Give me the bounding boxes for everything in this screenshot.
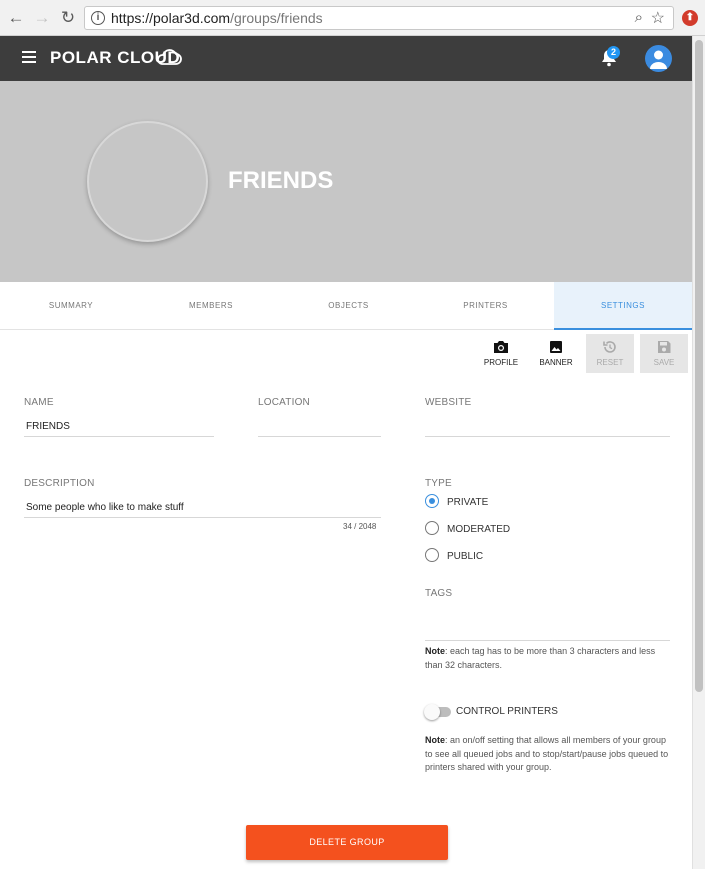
url-text: https://polar3d.com/groups/friends <box>111 10 323 26</box>
delete-group-button[interactable]: DELETE GROUP <box>246 825 448 860</box>
banner-button-label: BANNER <box>539 358 573 367</box>
description-field[interactable]: Some people who like to make stuff <box>26 502 184 513</box>
name-label: NAME <box>24 397 54 408</box>
forward-icon[interactable]: → <box>32 8 52 28</box>
browser-toolbar: ← → ↻ i https://polar3d.com/groups/frien… <box>0 0 705 36</box>
tab-members[interactable]: MEMBERS <box>142 282 280 330</box>
notification-badge: 2 <box>607 46 620 59</box>
location-label: LOCATION <box>258 397 310 408</box>
reset-button[interactable]: RESET <box>586 334 634 373</box>
extension-icon[interactable]: ⬆ <box>682 10 698 26</box>
reset-history-icon <box>603 341 616 353</box>
description-char-counter: 34 / 2048 <box>343 522 377 531</box>
app-header: POLAR CLOUD 2 <box>0 36 692 81</box>
type-private-radio[interactable] <box>425 494 439 508</box>
website-field-underline <box>425 436 670 437</box>
tags-note-prefix: Note <box>425 646 445 656</box>
group-banner: FRIENDS <box>0 81 692 282</box>
control-printers-note: Note: an on/off setting that allows all … <box>425 734 673 775</box>
save-button-label: SAVE <box>653 358 675 367</box>
tags-label: TAGS <box>425 588 453 599</box>
tags-note: Note: each tag has to be more than 3 cha… <box>425 645 673 672</box>
tab-printers[interactable]: PRINTERS <box>417 282 554 330</box>
user-avatar[interactable] <box>645 45 672 72</box>
control-note-prefix: Note <box>425 735 445 745</box>
cloud-logo-icon <box>157 49 182 65</box>
site-info-icon[interactable]: i <box>91 11 105 25</box>
url-host: https://polar3d.com <box>111 10 231 26</box>
hamburger-menu-icon[interactable] <box>22 51 36 63</box>
profile-button-label: PROFILE <box>483 358 519 367</box>
type-public-radio[interactable] <box>425 548 439 562</box>
tab-objects[interactable]: OBJECTS <box>280 282 417 330</box>
type-label: TYPE <box>425 478 452 489</box>
group-tabs: SUMMARY MEMBERS OBJECTS PRINTERS SETTING… <box>0 282 692 330</box>
type-moderated-label[interactable]: MODERATED <box>447 524 510 535</box>
tab-summary[interactable]: SUMMARY <box>0 282 142 330</box>
control-note-text: : an on/off setting that allows all memb… <box>425 735 669 772</box>
group-title: FRIENDS <box>228 167 334 194</box>
url-path: /groups/friends <box>230 10 323 26</box>
camera-icon <box>494 341 508 353</box>
tags-field-underline[interactable] <box>425 640 670 641</box>
name-field-underline <box>24 436 214 437</box>
control-printers-label: CONTROL PRINTERS <box>456 706 558 717</box>
image-icon <box>550 341 562 353</box>
website-label: WEBSITE <box>425 397 472 408</box>
type-moderated-radio[interactable] <box>425 521 439 535</box>
page-scrollbar-thumb[interactable] <box>695 40 703 692</box>
location-field-underline <box>258 436 381 437</box>
control-printers-toggle-knob[interactable] <box>424 704 440 720</box>
banner-image-button[interactable]: BANNER <box>534 334 578 372</box>
user-avatar-icon <box>650 50 667 69</box>
back-icon[interactable]: ← <box>6 8 26 28</box>
bookmark-star-icon[interactable]: ☆ <box>651 8 665 28</box>
tags-note-text: : each tag has to be more than 3 charact… <box>425 646 656 670</box>
type-private-label[interactable]: PRIVATE <box>447 497 488 508</box>
save-disk-icon <box>658 341 671 353</box>
reload-icon[interactable]: ↻ <box>58 8 78 28</box>
save-button[interactable]: SAVE <box>640 334 688 373</box>
address-bar[interactable]: i https://polar3d.com/groups/friends ⌕ ☆ <box>84 6 674 30</box>
group-profile-image <box>87 121 208 242</box>
name-field[interactable]: FRIENDS <box>26 421 70 432</box>
zoom-icon[interactable]: ⌕ <box>635 9 643 26</box>
description-label: DESCRIPTION <box>24 478 95 489</box>
description-field-underline <box>24 517 381 518</box>
profile-image-button[interactable]: PROFILE <box>479 334 523 372</box>
reset-button-label: RESET <box>596 358 624 367</box>
tab-settings[interactable]: SETTINGS <box>554 282 692 330</box>
type-public-label[interactable]: PUBLIC <box>447 551 483 562</box>
